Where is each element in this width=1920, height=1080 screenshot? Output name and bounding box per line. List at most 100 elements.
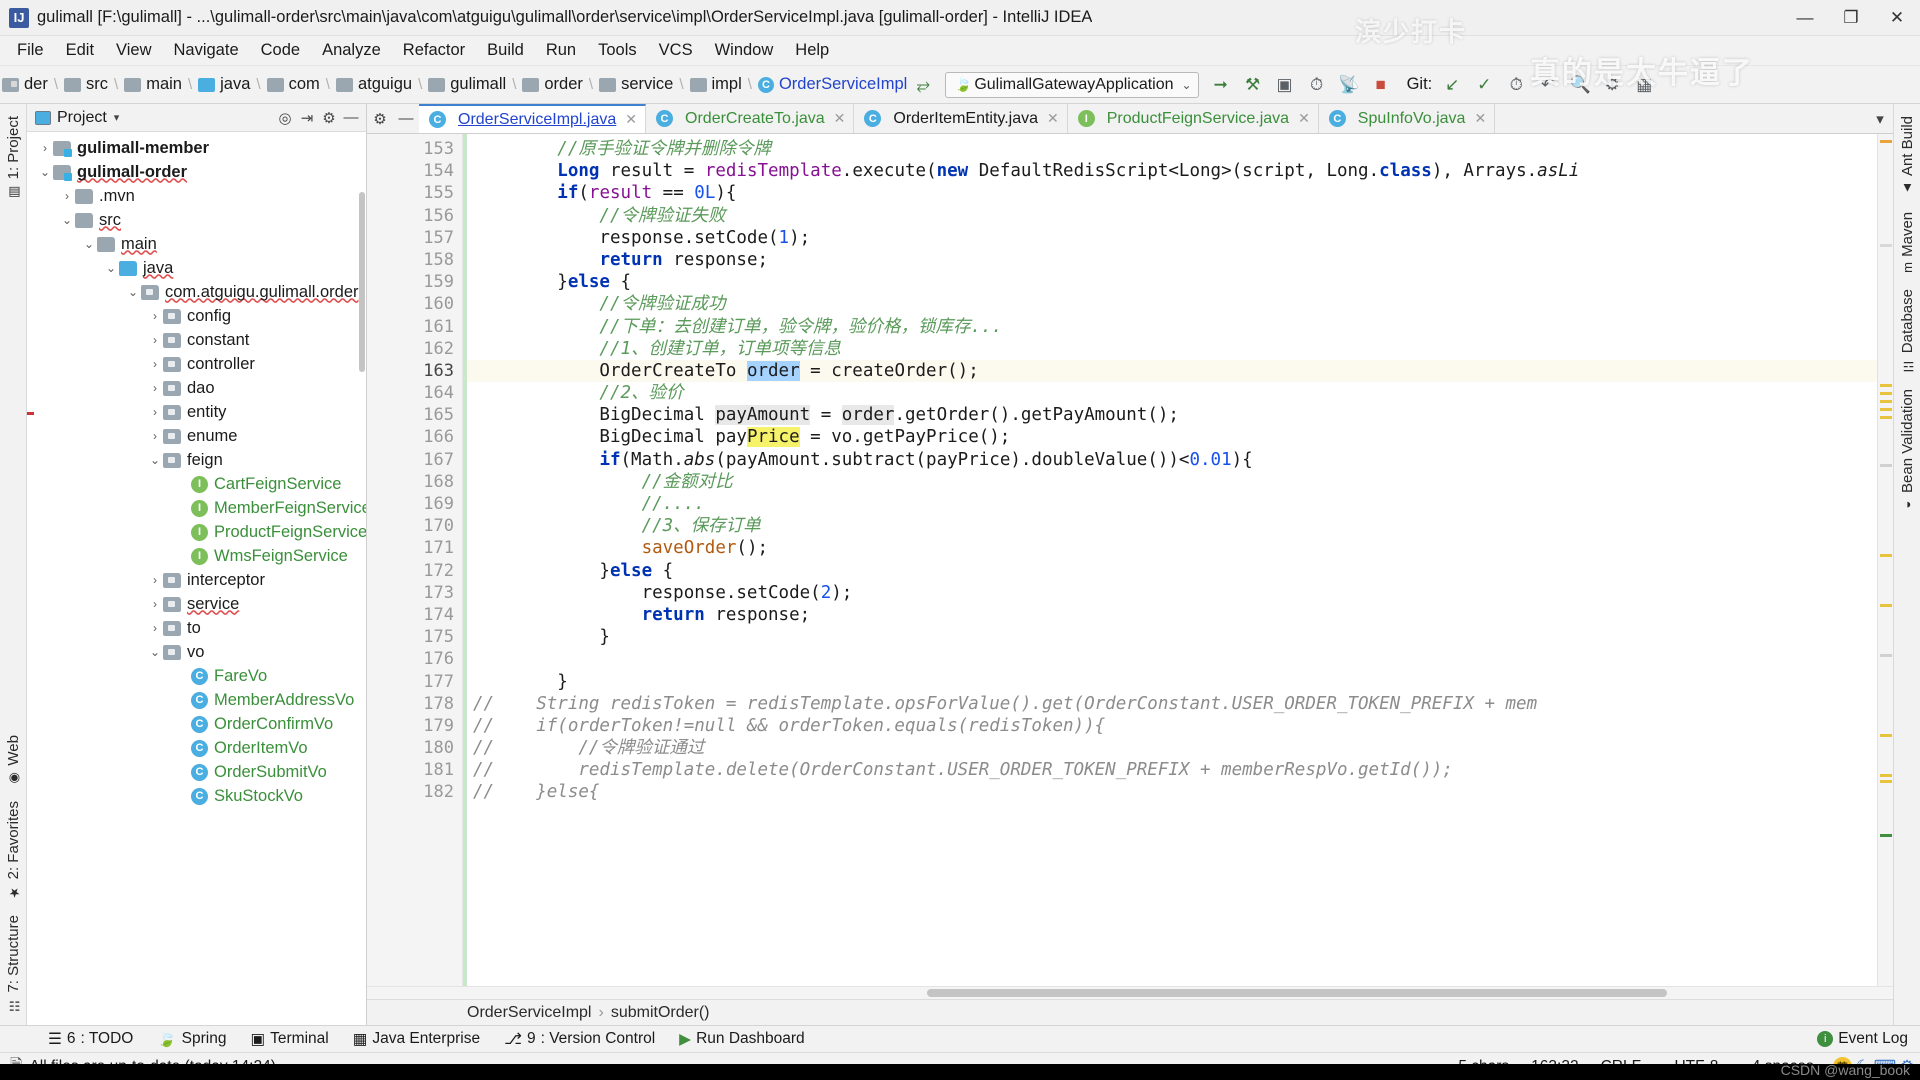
git-rollback-icon[interactable]: ↶ — [1533, 70, 1563, 100]
services-icon[interactable]: 📡 — [1334, 70, 1364, 100]
breadcrumb-item-service[interactable]: service — [621, 75, 673, 94]
chevron-down-icon[interactable]: ⌄ — [1174, 78, 1192, 92]
hide-panel-icon[interactable]: — — [340, 107, 362, 129]
breadcrumb-item-module[interactable]: der — [24, 75, 48, 94]
bottom-tab-todo[interactable]: ☰ 6: TODO — [36, 1028, 145, 1051]
project-tree-scrollbar[interactable] — [359, 192, 365, 372]
tab-orderserviceimpl[interactable]: C OrderServiceImpl.java ✕ — [419, 104, 646, 133]
close-icon[interactable]: ✕ — [834, 110, 846, 127]
tree-node[interactable]: › to — [27, 616, 366, 640]
menu-help[interactable]: Help — [784, 38, 840, 63]
chevron-right-icon[interactable]: › — [147, 405, 163, 419]
chevron-right-icon[interactable]: › — [147, 621, 163, 635]
horizontal-scrollbar-track[interactable] — [367, 986, 1893, 999]
menu-analyze[interactable]: Analyze — [311, 38, 392, 63]
breadcrumb-item-src[interactable]: src — [86, 75, 108, 94]
chevron-right-icon[interactable]: › — [147, 333, 163, 347]
breadcrumb-item-gulimall[interactable]: gulimall — [450, 75, 506, 94]
chevron-right-icon[interactable]: › — [147, 429, 163, 443]
menu-view[interactable]: View — [105, 38, 162, 63]
tree-node[interactable]: › dao — [27, 376, 366, 400]
chevron-right-icon[interactable]: › — [59, 189, 75, 203]
bottom-tab-version-control[interactable]: ⎇ 9: Version Control — [492, 1028, 667, 1051]
menu-code[interactable]: Code — [250, 38, 311, 63]
tree-node[interactable]: › enume — [27, 424, 366, 448]
search-everywhere-icon[interactable]: 🔍 — [1565, 70, 1595, 100]
git-history-icon[interactable]: ⏱ — [1501, 70, 1531, 100]
sidebar-item-maven[interactable]: m Maven — [1895, 204, 1920, 281]
locate-icon[interactable]: ◎ — [274, 107, 296, 129]
menu-navigate[interactable]: Navigate — [163, 38, 250, 63]
sidebar-item-ant-build[interactable]: ▲ Ant Build — [1895, 108, 1920, 204]
menu-build[interactable]: Build — [476, 38, 535, 63]
chevron-right-icon[interactable]: › — [147, 309, 163, 323]
tree-node[interactable]: ⌄ src — [27, 208, 366, 232]
collapse-all-icon[interactable]: ⇥ — [296, 107, 318, 129]
profile-icon[interactable]: ⏱ — [1302, 70, 1332, 100]
breadcrumb-item-order[interactable]: order — [544, 75, 583, 94]
tree-node[interactable]: I WmsFeignService — [27, 544, 366, 568]
tree-node[interactable]: C FareVo — [27, 664, 366, 688]
breadcrumb-item-class[interactable]: OrderServiceImpl — [779, 75, 907, 94]
menu-window[interactable]: Window — [704, 38, 785, 63]
breadcrumb-item-impl[interactable]: impl — [712, 75, 742, 94]
chevron-down-icon[interactable]: ⌄ — [37, 165, 53, 179]
tabs-overflow-icon[interactable]: ▾ — [1867, 104, 1893, 133]
bottom-tab-java-enterprise[interactable]: ▦ Java Enterprise — [341, 1028, 492, 1051]
sidebar-item-structure[interactable]: ☷ 7: Structure — [1, 907, 26, 1021]
chevron-down-icon[interactable]: ⌄ — [147, 645, 163, 659]
tab-ordercreateto[interactable]: C OrderCreateTo.java ✕ — [646, 104, 854, 133]
run-configuration-selector[interactable]: 🍃 GulimallGatewayApplication ⌄ — [945, 72, 1198, 98]
project-structure-icon[interactable]: ▦ — [1629, 70, 1659, 100]
settings-icon[interactable]: ⚙ — [1597, 70, 1627, 100]
run-icon[interactable]: ➞ — [1206, 70, 1236, 100]
debug-icon[interactable]: ⚒ — [1238, 70, 1268, 100]
tree-node[interactable]: › entity — [27, 400, 366, 424]
minimize-button[interactable]: — — [1782, 0, 1828, 36]
menu-run[interactable]: Run — [535, 38, 587, 63]
chevron-down-icon[interactable]: ▾ — [114, 111, 120, 124]
tree-node[interactable]: › config — [27, 304, 366, 328]
git-update-icon[interactable]: ↙ — [1437, 70, 1467, 100]
tree-node[interactable]: ⌄ java — [27, 256, 366, 280]
breadcrumb-item-main[interactable]: main — [146, 75, 182, 94]
bottom-tab-event-log[interactable]: i Event Log — [1805, 1028, 1920, 1050]
tree-node[interactable]: C SkuStockVo — [27, 784, 366, 808]
menu-edit[interactable]: Edit — [55, 38, 105, 63]
menu-vcs[interactable]: VCS — [648, 38, 704, 63]
maximize-button[interactable]: ❐ — [1828, 0, 1874, 36]
tab-productfeignservice[interactable]: I ProductFeignService.java ✕ — [1068, 104, 1319, 133]
tree-node[interactable]: › .mvn — [27, 184, 366, 208]
tree-node[interactable]: ⌄ main — [27, 232, 366, 256]
chevron-right-icon[interactable]: › — [147, 381, 163, 395]
run-with-coverage-icon[interactable]: ▣ — [1270, 70, 1300, 100]
tree-node[interactable]: C MemberAddressVo — [27, 688, 366, 712]
sidebar-item-web[interactable]: ◉ Web — [1, 727, 26, 794]
close-icon[interactable]: ✕ — [1298, 110, 1310, 127]
tree-node[interactable]: › controller — [27, 352, 366, 376]
breadcrumb-item-atguigu[interactable]: atguigu — [358, 75, 412, 94]
tree-node[interactable]: › service — [27, 592, 366, 616]
chevron-down-icon[interactable]: ⌄ — [125, 285, 141, 299]
tree-node[interactable]: › interceptor — [27, 568, 366, 592]
run-arrow-icon[interactable]: ⥂ — [908, 70, 938, 100]
tree-node[interactable]: ⌄ com.atguigu.gulimall.order — [27, 280, 366, 304]
breadcrumb-item-java[interactable]: java — [220, 75, 250, 94]
tree-node[interactable]: ⌄ vo — [27, 640, 366, 664]
chevron-down-icon[interactable]: ⌄ — [103, 261, 119, 275]
tree-node[interactable]: C OrderConfirmVo — [27, 712, 366, 736]
stop-icon[interactable]: ■ — [1366, 70, 1396, 100]
git-commit-icon[interactable]: ✓ — [1469, 70, 1499, 100]
tree-node[interactable]: › constant — [27, 328, 366, 352]
project-tree[interactable]: › gulimall-member ⌄ gulimall-order › .mv… — [27, 132, 366, 1025]
bottom-tab-spring[interactable]: 🍃 Spring — [145, 1028, 238, 1051]
chevron-right-icon[interactable]: › — [37, 141, 53, 155]
sidebar-item-database[interactable]: ☲ Database — [1895, 281, 1920, 381]
chevron-right-icon[interactable]: › — [147, 597, 163, 611]
editor-gutter[interactable]: 153 154 155 156 157 158 159 160 161 162 … — [367, 134, 463, 986]
tab-spuinfovo[interactable]: C SpuInfoVo.java ✕ — [1319, 104, 1495, 133]
sidebar-item-favorites[interactable]: ★ 2: Favorites — [1, 793, 26, 907]
tree-node[interactable]: ⌄ gulimall-order — [27, 160, 366, 184]
chevron-down-icon[interactable]: ⌄ — [147, 453, 163, 467]
menu-file[interactable]: File — [6, 38, 55, 63]
